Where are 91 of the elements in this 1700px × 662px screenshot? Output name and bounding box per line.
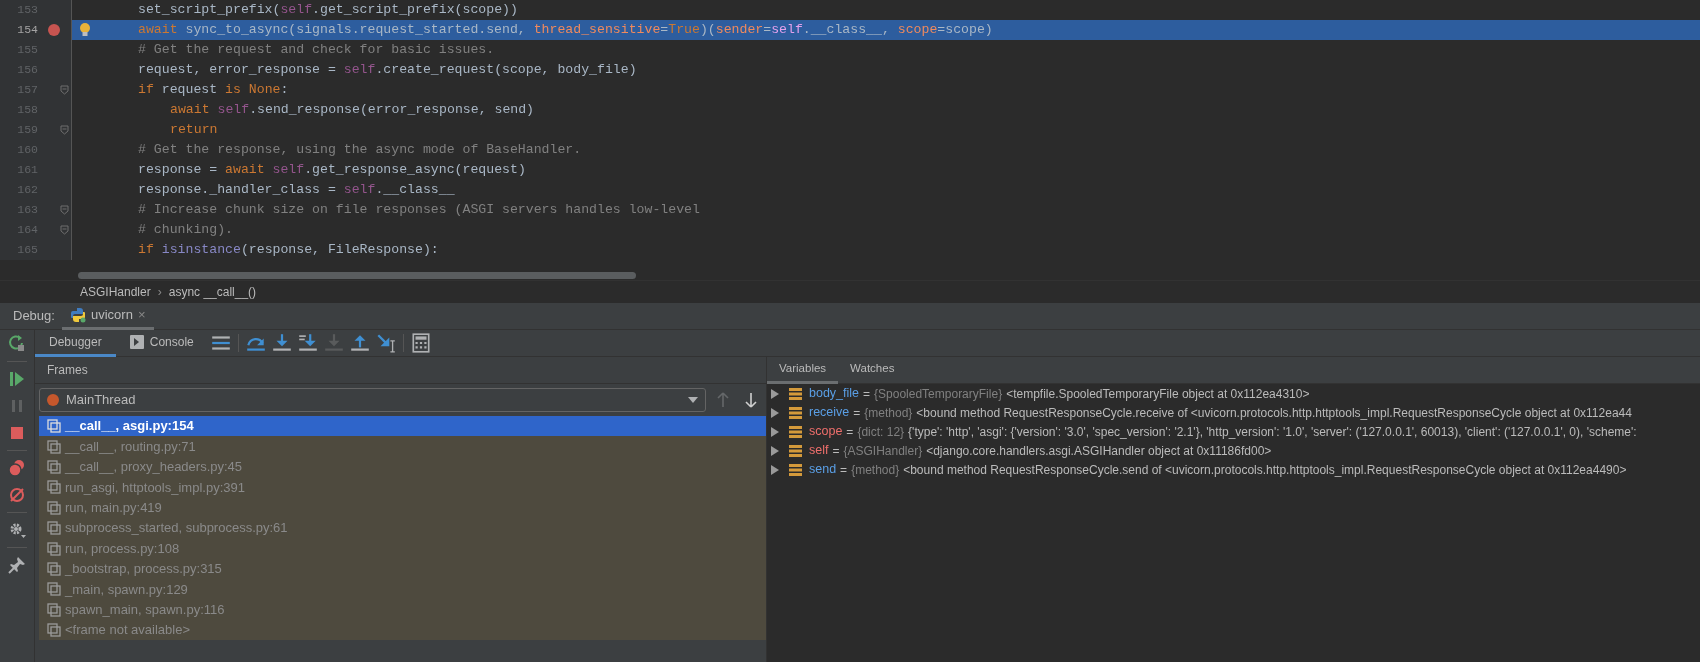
variable-type: {dict: 12} xyxy=(857,423,905,441)
caret-icon xyxy=(688,397,698,403)
stack-frame[interactable]: run_asgi, httptools_impl.py:391 xyxy=(39,477,766,498)
thread-dropdown[interactable]: MainThread xyxy=(39,388,706,412)
stack-frame[interactable]: run, main.py:419 xyxy=(39,497,766,518)
debug-label: Debug: xyxy=(12,307,56,326)
code-line: set_script_prefix(self.get_script_prefix(scope)) xyxy=(138,1,518,20)
field-icon xyxy=(789,444,802,457)
fold-icon[interactable] xyxy=(60,205,69,215)
code-line: # Get the response, using the async mode of BaseHandler. xyxy=(138,141,582,160)
expand-arrow-icon[interactable] xyxy=(771,445,779,456)
frame-icon xyxy=(47,500,61,515)
variable-name: self xyxy=(809,442,829,460)
frame-icon xyxy=(47,561,61,576)
variable-value: <bound method RequestResponseCycle.send of <uvicorn.protocols.http.httptools_impl.RequestResponseCycle object at 0x112ea4490> xyxy=(903,461,1627,479)
code-line: await self.send_response(error_response, send) xyxy=(169,101,535,120)
line-number: 154 xyxy=(16,22,38,39)
panel-tab[interactable]: Watches xyxy=(838,357,907,384)
close-icon[interactable]: × xyxy=(137,304,146,325)
frame-icon xyxy=(47,582,61,597)
variable-value: <bound method RequestResponseCycle.receive of <uvicorn.protocols.http.httptools_impl.RequestResponseCycle object at 0x112ea44 xyxy=(916,404,1632,422)
code-line: # Get the request and check for basic issues. xyxy=(138,41,495,60)
field-icon xyxy=(789,425,802,438)
fold-icon[interactable] xyxy=(60,85,69,95)
stack-frame[interactable]: __call__, asgi.py:154 xyxy=(39,416,766,437)
code-line: if request is None: xyxy=(138,81,289,100)
breadcrumb[interactable]: ASGIHandler xyxy=(80,282,151,301)
variable-value: <tempfile.SpooledTemporaryFile object at 0x112ea4310> xyxy=(1006,385,1310,403)
breakpoints-icon[interactable] xyxy=(7,458,27,478)
frame-icon xyxy=(47,541,61,556)
code-line: return xyxy=(169,121,218,140)
down-arrow-icon[interactable] xyxy=(744,392,758,408)
stack-frame[interactable]: spawn_main, spawn.py:116 xyxy=(39,599,766,620)
stack-frame[interactable]: _bootstrap, process.py:315 xyxy=(39,558,766,580)
scrollbar-thumb[interactable] xyxy=(78,271,636,279)
frame-icon xyxy=(47,602,61,617)
fold-icon[interactable] xyxy=(60,125,69,135)
stack-frame[interactable]: subprocess_started, subprocess.py:61 xyxy=(39,517,766,539)
frame-icon xyxy=(47,419,61,434)
equals-sign: = xyxy=(863,385,871,403)
breadcrumb-separator: › xyxy=(157,283,162,301)
equals-sign: = xyxy=(846,423,854,441)
code-line: request, error_response = self.create_request(scope, body_file) xyxy=(138,61,637,80)
field-icon xyxy=(789,406,802,419)
expand-arrow-icon[interactable] xyxy=(771,426,779,437)
lightbulb-icon[interactable] xyxy=(78,22,92,38)
expand-arrow-icon[interactable] xyxy=(771,464,779,475)
frame-icon xyxy=(47,439,61,454)
variable-type: {SpooledTemporaryFile} xyxy=(874,385,1003,403)
code-line: await sync_to_async(signals.request_started.send, thread_sensitive=True)(sender=self.__class__, scope=scope) xyxy=(138,21,993,40)
fold-icon[interactable] xyxy=(60,225,69,235)
stack-frame[interactable]: __call__, routing.py:71 xyxy=(39,436,766,457)
variable-name: receive xyxy=(809,404,850,422)
variable-value: <django.core.handlers.asgi.ASGIHandler object at 0x11186fd00> xyxy=(926,442,1272,460)
variable-name: scope xyxy=(809,423,843,441)
variable-value: {'type': 'http', 'asgi': {'version': '3.0', 'spec_version': '2.1'}, 'http_version': '1.0', 'server': ('127.0.0.1', 60013), 'client': ('127.0.0.1', 0), 'scheme': xyxy=(908,423,1637,441)
equals-sign: = xyxy=(853,404,861,422)
panel-tab[interactable]: Variables xyxy=(767,357,839,384)
breakpoint-icon[interactable] xyxy=(48,24,60,36)
code-line: response._handler_class = self.__class__ xyxy=(138,181,455,200)
frame-icon xyxy=(47,459,61,474)
frame-icon xyxy=(47,521,61,536)
variable-name: send xyxy=(809,461,837,479)
field-icon xyxy=(789,463,802,476)
expand-arrow-icon[interactable] xyxy=(771,407,779,418)
debugger-tab[interactable]: Console xyxy=(115,329,208,357)
mute-breakpoints-icon[interactable] xyxy=(7,485,27,505)
frame-icon xyxy=(47,480,61,495)
pin-icon[interactable] xyxy=(7,555,27,575)
variable-type: {method} xyxy=(864,404,913,422)
code-line: # Increase chunk size on file responses (ASGI servers handles low-level xyxy=(138,201,700,220)
breadcrumb[interactable]: async __call__() xyxy=(168,282,257,301)
equals-sign: = xyxy=(832,442,840,460)
code-line: if isinstance(response, FileResponse): xyxy=(138,241,439,260)
pane-title: Frames xyxy=(47,362,88,379)
console-icon xyxy=(129,334,144,349)
stack-frame[interactable]: run, process.py:108 xyxy=(39,538,766,559)
rerun-icon[interactable] xyxy=(7,334,27,354)
stack-frame[interactable]: <frame not available> xyxy=(39,619,766,641)
variable-type: {method} xyxy=(851,461,900,479)
variable-name: body_file xyxy=(809,385,860,403)
stack-frame[interactable]: __call__, proxy_headers.py:45 xyxy=(39,456,766,478)
code-line: response = await self.get_response_async(request) xyxy=(138,161,526,180)
expand-arrow-icon[interactable] xyxy=(771,388,779,399)
stack-frame[interactable]: _main, spawn.py:129 xyxy=(39,579,766,600)
python-icon xyxy=(70,306,86,323)
variable-type: {ASGIHandler} xyxy=(843,442,923,460)
code-line: # chunking). xyxy=(138,221,233,240)
equals-sign: = xyxy=(840,461,848,479)
frame-icon xyxy=(47,623,61,638)
field-icon xyxy=(789,387,802,400)
